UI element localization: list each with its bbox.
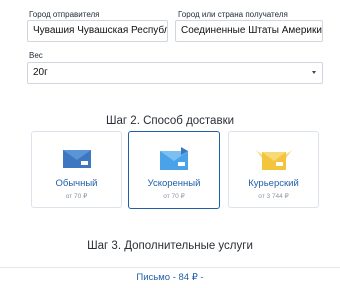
envelope-icon [62, 150, 91, 168]
delivery-option-express[interactable]: Ускоренный от 70 ₽ [128, 131, 220, 209]
weight-value: 20г [33, 67, 48, 78]
delivery-option-courier[interactable]: Курьерский от 3 744 ₽ [228, 131, 319, 208]
chevron-down-icon [312, 71, 316, 74]
weight-select[interactable]: 20г [27, 62, 323, 84]
step3-title: Шаг 3. Дополнительные услуги [87, 240, 253, 252]
recipient-label: Город или страна получателя [178, 10, 288, 19]
delivery-option-name: Курьерский [248, 178, 299, 189]
winged-envelope-icon [255, 150, 292, 170]
sender-city-input[interactable]: Чувашия Чувашская Республик [27, 20, 168, 42]
weight-label: Вес [29, 51, 43, 60]
delivery-option-price: от 70 ₽ [163, 193, 185, 200]
summary-bar[interactable]: Письмо - 84 ₽ - [0, 268, 340, 288]
delivery-option-regular[interactable]: Обычный от 70 ₽ [31, 131, 122, 208]
step2-title: Шаг 2. Способ доставки [105, 115, 235, 127]
delivery-option-price: от 70 ₽ [65, 193, 88, 200]
fast-envelope-icon [160, 147, 188, 170]
delivery-option-price: от 3 744 ₽ [258, 193, 289, 200]
summary-text: Письмо - 84 ₽ - [136, 272, 204, 283]
recipient-input[interactable]: Соединенные Штаты Америки [175, 20, 323, 42]
delivery-option-name: Обычный [55, 178, 98, 189]
delivery-option-name: Ускоренный [147, 178, 201, 189]
sender-city-label: Город отправителя [29, 10, 100, 19]
